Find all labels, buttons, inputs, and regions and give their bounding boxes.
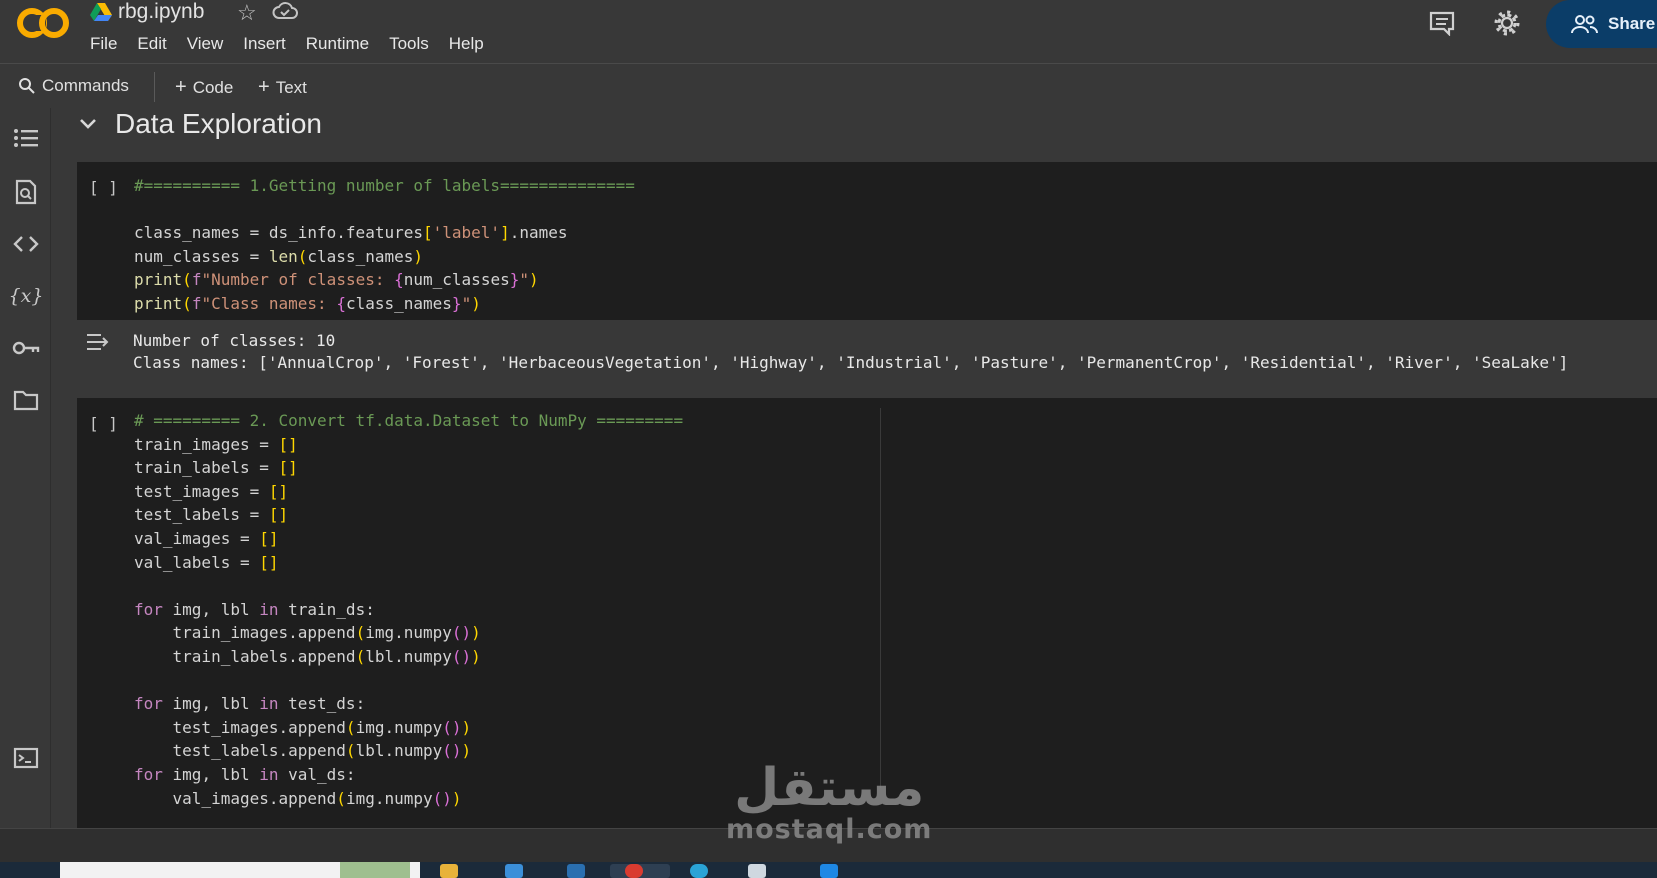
notebook-area: Data Exploration [ ] #========== 1.Getti…	[51, 108, 1657, 828]
plus-icon: +	[175, 76, 187, 98]
terminal-icon[interactable]	[12, 744, 40, 772]
star-icon[interactable]: ☆	[237, 0, 257, 26]
code-editor[interactable]: # ========= 2. Convert tf.data.Dataset t…	[134, 409, 683, 810]
people-icon	[1571, 15, 1598, 34]
app-icon[interactable]	[567, 864, 585, 878]
watermark-arabic: مستقل	[734, 758, 925, 818]
find-replace-icon[interactable]	[12, 178, 40, 206]
colab-logo[interactable]	[16, 5, 72, 41]
menu-file[interactable]: File	[90, 34, 117, 54]
files-folder-icon[interactable]	[12, 386, 40, 414]
run-cell-button[interactable]: [ ]	[89, 414, 118, 433]
code-editor[interactable]: #========== 1.Getting number of labels==…	[134, 174, 635, 316]
menu-runtime[interactable]: Runtime	[306, 34, 369, 54]
cell-output-1: Number of classes: 10 Class names: ['Ann…	[77, 320, 1657, 396]
notebook-toolbar: Commands + Code + Text	[0, 63, 1657, 109]
file-explorer-icon[interactable]	[440, 864, 458, 878]
table-of-contents-icon[interactable]	[12, 124, 40, 152]
menu-help[interactable]: Help	[449, 34, 484, 54]
add-text-button[interactable]: + Text	[258, 76, 307, 99]
gear-icon[interactable]	[1493, 9, 1521, 37]
chevron-down-icon[interactable]	[79, 118, 97, 130]
code-comment: #========== 1.Getting number of labels==…	[134, 176, 635, 195]
code-comment: # ========= 2. Convert tf.data.Dataset t…	[134, 411, 684, 430]
menu-tools[interactable]: Tools	[389, 34, 429, 54]
output-text: Number of classes: 10 Class names: ['Ann…	[133, 330, 1568, 374]
plus-icon: +	[258, 76, 270, 98]
menu-view[interactable]: View	[187, 34, 224, 54]
line-length-ruler	[880, 408, 881, 788]
notebook-filename[interactable]: rbg.ipynb	[118, 0, 204, 24]
run-cell-button[interactable]: [ ]	[89, 178, 118, 197]
section-title: Data Exploration	[115, 108, 323, 139]
code-label: Code	[192, 77, 234, 97]
section-header[interactable]: Data Exploration	[79, 108, 322, 140]
variables-icon[interactable]: {x}	[9, 282, 44, 310]
top-bar: rbg.ipynb ☆ File Edit View Insert Runtim…	[0, 0, 1657, 62]
share-button[interactable]: Share	[1546, 0, 1657, 48]
output-line-1: Number of classes: 10	[133, 331, 336, 350]
secrets-key-icon[interactable]	[12, 334, 40, 362]
commands-label: Commands	[42, 76, 129, 95]
cloud-saved-icon[interactable]	[272, 1, 298, 21]
text-label: Text	[275, 77, 307, 97]
comment-icon[interactable]	[1428, 10, 1456, 36]
window-icon[interactable]	[748, 864, 766, 878]
telegram-icon[interactable]	[690, 864, 708, 878]
toolbar-divider	[154, 72, 155, 102]
code-snippets-icon[interactable]	[12, 230, 40, 258]
share-label: Share	[1608, 14, 1656, 33]
add-code-button[interactable]: + Code	[175, 76, 233, 99]
code-cell-1[interactable]: [ ] #========== 1.Getting number of labe…	[77, 162, 1657, 320]
menu-bar: File Edit View Insert Runtime Tools Help	[90, 34, 504, 54]
chrome-icon[interactable]	[625, 864, 643, 878]
store-icon[interactable]	[505, 864, 523, 878]
commands-button[interactable]: Commands	[18, 76, 129, 96]
left-sidebar: {x}	[0, 108, 51, 828]
search-icon	[19, 78, 35, 94]
output-line-2: Class names: ['AnnualCrop', 'Forest', 'H…	[133, 353, 1569, 372]
vscode-icon[interactable]	[820, 864, 838, 878]
menu-edit[interactable]: Edit	[137, 34, 166, 54]
google-drive-icon[interactable]	[90, 2, 112, 22]
taskbar-thumbnail	[340, 862, 410, 878]
watermark-latin: mostaql.com	[726, 814, 933, 845]
watermark-logo: مستقل mostaql.com	[726, 762, 932, 845]
os-taskbar	[0, 862, 1657, 878]
menu-insert[interactable]: Insert	[243, 34, 286, 54]
output-clear-icon[interactable]	[85, 332, 111, 352]
